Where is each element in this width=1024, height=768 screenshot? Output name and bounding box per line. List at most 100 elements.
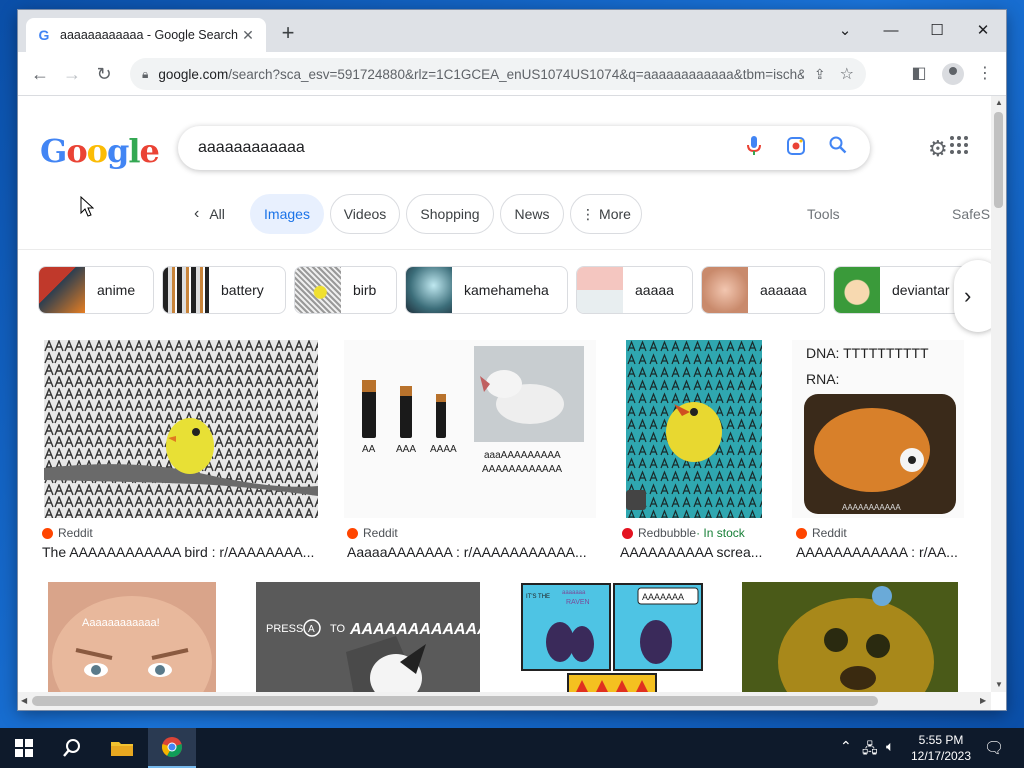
start-button[interactable] [0, 728, 48, 768]
scrollbar-thumb[interactable] [994, 112, 1003, 208]
forward-icon[interactable]: → [60, 62, 84, 86]
new-tab-icon[interactable]: + [276, 22, 300, 46]
result-source[interactable]: Reddit [42, 526, 93, 540]
voice-search-icon[interactable] [742, 136, 766, 160]
chip-thumbnail [577, 267, 623, 313]
result-title[interactable]: AAAAAAAAAAAA : r/AA... [796, 544, 966, 560]
refine-chip-birb[interactable]: birb [294, 266, 397, 314]
press-text: PRESS [266, 623, 303, 635]
result-source[interactable]: Redbubble · In stock [622, 526, 745, 540]
image-result[interactable] [742, 582, 958, 692]
minimize-icon[interactable]: — [876, 18, 906, 44]
google-logo[interactable]: Google [40, 132, 160, 170]
image-result[interactable] [626, 340, 762, 518]
reddit-icon [796, 527, 807, 539]
refine-chip-battery[interactable]: battery [162, 266, 286, 314]
search-box[interactable]: aaaaaaaaaaaa [178, 126, 870, 170]
press-to-text: TO [330, 623, 346, 635]
refine-chip-aaaaa[interactable]: aaaaa [576, 266, 693, 314]
image-result[interactable]: DNA: TTTTTTTTTT RNA: AAAAAAAAAAA [792, 340, 964, 518]
search-icon[interactable] [826, 136, 850, 160]
scrollbar-thumb[interactable] [32, 696, 878, 706]
tab-images[interactable]: Images [250, 194, 324, 234]
scroll-right-icon[interactable]: ▶ [980, 696, 986, 705]
notification-icon[interactable]: 🗨︎ [984, 738, 1004, 758]
dna-text: DNA: TTTTTTTTTT [806, 345, 929, 361]
menu-kebab-icon[interactable]: ⋮ [974, 63, 996, 85]
chevron-up-icon[interactable]: ⌃ [840, 738, 852, 755]
tab-search-icon[interactable]: ⌄ [830, 18, 860, 44]
chip-thumbnail [295, 267, 341, 313]
safesearch-button[interactable]: SafeS [952, 194, 990, 234]
result-source[interactable]: Reddit [796, 526, 847, 540]
tab-title: aaaaaaaaaaaa - Google Search [60, 28, 238, 42]
tab-shopping[interactable]: Shopping [406, 194, 494, 234]
header-divider [18, 249, 991, 250]
refine-chip-anime[interactable]: anime [38, 266, 154, 314]
site-info-icon[interactable]: 🔒︎ [142, 67, 148, 82]
tools-button[interactable]: Tools [807, 194, 840, 234]
image-result[interactable] [44, 340, 318, 518]
result-title[interactable]: The AAAAAAAAAAAA bird : r/AAAAAAAA... [42, 544, 320, 560]
result-title[interactable]: AaaaaAAAAAAA : r/AAAAAAAAAAA... [347, 544, 597, 560]
rna-text: RNA: [806, 371, 839, 387]
tab-news[interactable]: News [500, 194, 564, 234]
horizontal-scrollbar[interactable]: ◀ ▶ [18, 692, 991, 710]
scroll-down-icon[interactable]: ▼ [995, 680, 1003, 689]
scroll-up-icon[interactable]: ▲ [995, 98, 1003, 107]
bookmark-star-icon[interactable]: ☆ [840, 64, 854, 84]
image-result[interactable]: IT'S THE aaaaaaa RAVEN AAAAAAA [520, 582, 704, 692]
vertical-scrollbar[interactable]: ▲ ▼ [991, 96, 1006, 692]
jake-caption: AAAAAAAAAAA [842, 503, 901, 512]
battery-label-aa: AA [362, 444, 376, 455]
side-panel-icon[interactable]: ◧ [908, 63, 930, 85]
tab-videos[interactable]: Videos [330, 194, 400, 234]
volume-muted-icon[interactable]: 🔈︎ [886, 738, 894, 755]
refine-chip-kamehameha[interactable]: kamehameha [405, 266, 568, 314]
scroll-left-icon[interactable]: ◀ [21, 696, 27, 705]
chrome-icon [162, 737, 182, 758]
raven-title-text: IT'S THE [526, 594, 550, 600]
image-result[interactable]: Aaaaaaaaaaaa! [48, 582, 216, 692]
share-icon[interactable]: ⇪ [814, 66, 826, 83]
profile-avatar[interactable] [942, 63, 964, 85]
chevron-right-icon[interactable]: › [954, 260, 991, 332]
search-taskbar-button[interactable] [48, 728, 96, 768]
chip-thumbnail [702, 267, 748, 313]
mouse-cursor-icon [80, 196, 94, 217]
network-icon[interactable]: 🖧︎ [862, 738, 878, 762]
press-button-letter: A [308, 624, 315, 635]
maximize-icon[interactable]: ☐ [922, 18, 952, 44]
gear-icon[interactable]: ⚙ [928, 136, 948, 162]
result-source[interactable]: Reddit [347, 526, 398, 540]
folder-icon [111, 742, 133, 756]
search-type-tabs: ‹ All Images Videos Shopping News ⋮ More T… [18, 194, 991, 234]
file-explorer-button[interactable] [98, 728, 146, 768]
chip-thumbnail [163, 267, 209, 313]
system-clock[interactable]: 5:55 PM 12/17/2023 [906, 732, 976, 764]
raven-small-text: aaaaaaa [562, 590, 586, 596]
address-bar[interactable]: 🔒︎ google.com/search?sca_esv=591724880&r… [130, 58, 866, 90]
result-image [742, 582, 958, 692]
refine-chip-aaaaaa[interactable]: aaaaaa [701, 266, 825, 314]
back-icon[interactable]: ← [28, 62, 52, 86]
result-title[interactable]: AAAAAAAAAA screa... [620, 544, 764, 560]
reload-icon[interactable]: ↻ [92, 62, 116, 86]
reddit-icon [42, 527, 53, 539]
refinement-chips: anime battery birb kamehameha aaaaa aaaa… [18, 266, 991, 314]
windows-logo-icon [15, 739, 33, 757]
close-window-icon[interactable]: ✕ [968, 18, 998, 44]
tab-close-icon[interactable]: ✕ [240, 27, 256, 44]
refine-chip-deviantart[interactable]: deviantar [833, 266, 973, 314]
tab-all[interactable]: ‹ All [194, 194, 225, 234]
chrome-taskbar-button[interactable] [148, 728, 196, 768]
tab-more[interactable]: ⋮ More [570, 194, 642, 234]
chip-thumbnail [834, 267, 880, 313]
search-input[interactable]: aaaaaaaaaaaa [198, 139, 724, 157]
browser-tab[interactable]: G aaaaaaaaaaaa - Google Search ✕ [26, 18, 266, 52]
lens-search-icon[interactable] [784, 136, 808, 160]
result-image: Aaaaaaaaaaaa! [48, 582, 216, 692]
image-result[interactable]: AA AAA AAAA aaaAAAAAAAAA AAAAAAAAAAAA [344, 340, 596, 518]
image-result[interactable]: PRESS A TO AAAAAAAAAAAAA [256, 582, 480, 692]
google-apps-icon[interactable] [950, 136, 968, 154]
